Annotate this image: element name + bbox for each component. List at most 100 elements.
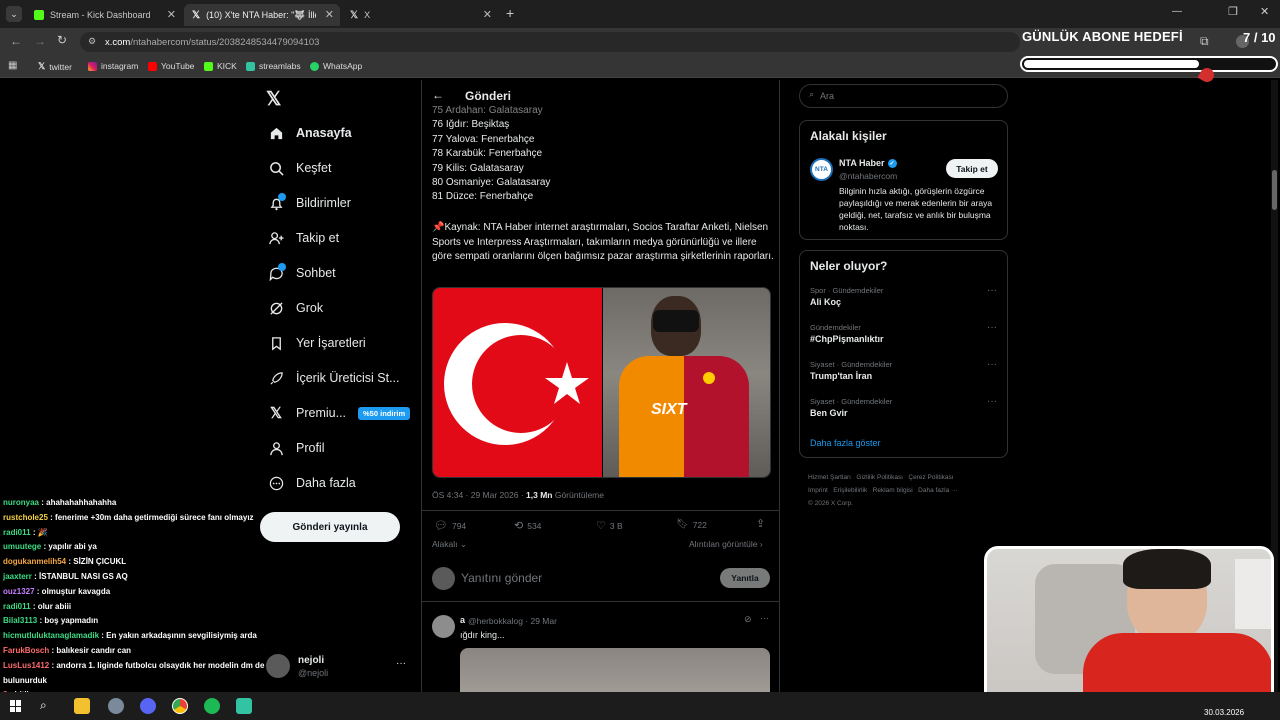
post-timestamp[interactable]: ÖS 4:34 · 29 Mar 2026 · bbox=[432, 490, 526, 500]
chat-username[interactable]: radi011 bbox=[3, 602, 33, 611]
trends-panel: Neler oluyor? Spor · Gündemdekiler Ali K… bbox=[799, 250, 1008, 458]
more-dots-icon[interactable]: ··· bbox=[987, 285, 997, 296]
nav-notifications[interactable]: Bildirimler bbox=[268, 191, 351, 215]
extensions-icon[interactable]: ⧉ bbox=[1200, 34, 1209, 49]
trend-item[interactable]: Siyaset · Gündemdekiler Trump'tan İran bbox=[810, 360, 892, 381]
chat-username[interactable]: LusLus1412 bbox=[3, 661, 51, 670]
close-tab-icon[interactable]: ✕ bbox=[483, 8, 492, 21]
reply-button[interactable]: 💬︎ 794 bbox=[434, 519, 466, 532]
more-dots-icon[interactable]: ··· bbox=[987, 396, 997, 407]
bookmark-streamlabs[interactable]: streamlabs bbox=[246, 61, 301, 71]
streaming-app-icon[interactable] bbox=[236, 698, 252, 714]
chat-username[interactable]: hicmutluluktanaglamadik bbox=[3, 631, 101, 640]
chat-username[interactable]: Bilal3113 bbox=[3, 616, 39, 625]
nav-label: Sohbet bbox=[296, 266, 336, 280]
spotify-icon[interactable] bbox=[204, 698, 220, 714]
nav-grok[interactable]: Grok bbox=[268, 296, 323, 320]
trend-item[interactable]: Gündemdekiler #ChpPişmanlıktır bbox=[810, 323, 884, 344]
more-circle-icon bbox=[268, 475, 284, 491]
x-home-logo[interactable]: 𝕏 bbox=[266, 88, 281, 111]
repost-icon: ⟲ bbox=[514, 520, 524, 532]
chat-username[interactable]: nuronyaa bbox=[3, 498, 41, 507]
nav-more[interactable]: Daha fazla bbox=[268, 471, 356, 495]
forward-icon[interactable]: → bbox=[34, 34, 46, 48]
chat-username[interactable]: FarukBosch bbox=[3, 646, 51, 655]
apps-icon[interactable]: ▦ bbox=[8, 60, 17, 71]
bookmark-whatsapp[interactable]: WhatsApp bbox=[310, 61, 362, 71]
list-item: 80 Osmaniye: Galatasaray bbox=[432, 177, 551, 189]
chat-username[interactable]: ouz1327 bbox=[3, 587, 37, 596]
follow-button[interactable]: Takip et bbox=[946, 159, 998, 178]
person-name[interactable]: NTA Haber ✓ bbox=[839, 158, 897, 168]
bookmark-button[interactable]: 🔖︎ 722 bbox=[676, 519, 707, 530]
view-quotes-link[interactable]: Alıntılan görüntüle › bbox=[689, 539, 763, 549]
new-tab-button[interactable]: + bbox=[506, 5, 514, 21]
nav-explore[interactable]: Keşfet bbox=[268, 156, 331, 180]
whatsapp-icon bbox=[310, 61, 319, 71]
post-image[interactable]: SIXT bbox=[432, 287, 771, 478]
more-dots-icon[interactable]: ··· bbox=[987, 322, 997, 333]
file-explorer-icon[interactable] bbox=[74, 698, 90, 714]
tab-nta-haber[interactable]: 𝕏 (10) X'te NTA Haber: "🐺 İllere ✕ bbox=[184, 4, 340, 26]
account-switcher[interactable]: nejoli @nejoli ··· bbox=[266, 654, 416, 682]
back-arrow-icon[interactable]: ← bbox=[432, 88, 444, 102]
chat-username[interactable]: radi011 bbox=[3, 528, 33, 537]
kick-icon bbox=[34, 10, 44, 20]
nav-profile[interactable]: Profil bbox=[268, 436, 324, 460]
grok-icon[interactable]: ⊘ bbox=[744, 614, 752, 625]
show-more-link[interactable]: Daha fazla göster bbox=[810, 438, 881, 448]
tab-search-button[interactable]: ⌄ bbox=[6, 6, 22, 22]
discord-icon[interactable] bbox=[140, 698, 156, 714]
nav-home[interactable]: Anasayfa bbox=[268, 121, 352, 145]
like-button[interactable]: ♡ 3 B bbox=[596, 519, 623, 532]
reload-icon[interactable]: ↻ bbox=[57, 33, 67, 47]
taskbar-search-icon[interactable]: ⌕ bbox=[40, 698, 47, 713]
tab-kick-dashboard[interactable]: Stream - Kick Dashboard ✕ bbox=[26, 4, 182, 26]
bookmark-twitter[interactable]: 𝕏 twitter bbox=[38, 61, 72, 72]
chat-username[interactable]: rustchole25 bbox=[3, 513, 50, 522]
more-dots-icon[interactable]: ··· bbox=[396, 658, 406, 669]
repost-button[interactable]: ⟲ 534 bbox=[514, 519, 541, 532]
tab-x[interactable]: 𝕏 X ✕ bbox=[342, 4, 498, 26]
footer-links[interactable]: Imprint Erişilebilirlik Reklam bilgisi D… bbox=[808, 484, 1008, 497]
restore-window-icon[interactable]: ❐ bbox=[1228, 5, 1238, 18]
related-dropdown[interactable]: Alakalı ⌄ bbox=[432, 539, 467, 550]
footer-links[interactable]: Hizmet Şartları Gizlilik Politikası Çere… bbox=[808, 471, 1008, 484]
webcam-shelf bbox=[1235, 559, 1271, 629]
close-tab-icon[interactable]: ✕ bbox=[167, 8, 176, 21]
trend-item[interactable]: Siyaset · Gündemdekiler Ben Gvir bbox=[810, 397, 892, 418]
reply-submit-button[interactable]: Yanıtla bbox=[720, 568, 770, 588]
share-icon[interactable]: ⇪ bbox=[756, 517, 765, 530]
chat-username[interactable]: umuutege bbox=[3, 542, 43, 551]
back-icon[interactable]: ← bbox=[10, 34, 22, 48]
list-item: 81 Düzce: Fenerbahçe bbox=[432, 191, 534, 203]
nav-bookmarks[interactable]: Yer İşaretleri bbox=[268, 331, 366, 355]
bookmark-kick[interactable]: KICK bbox=[204, 61, 237, 71]
bookmark-youtube[interactable]: YouTube bbox=[148, 61, 194, 71]
chrome-icon[interactable] bbox=[172, 698, 188, 714]
chat-username[interactable]: dogukanmelih54 bbox=[3, 557, 68, 566]
trend-item[interactable]: Spor · Gündemdekiler Ali Koç bbox=[810, 286, 883, 307]
reply-post[interactable]: a @herbokkalog · 29 Mar ⊘ ··· ığdır king… bbox=[422, 608, 779, 692]
close-window-icon[interactable]: ✕ bbox=[1260, 5, 1269, 18]
nav-follow[interactable]: Takip et bbox=[268, 226, 339, 250]
search-input[interactable]: ⌕ Ara bbox=[799, 84, 1008, 108]
chat-username[interactable]: jaaxterr bbox=[3, 572, 34, 581]
bookmark-instagram[interactable]: instagram bbox=[88, 61, 138, 71]
nav-chat[interactable]: Sohbet bbox=[268, 261, 336, 285]
site-info-icon[interactable]: ⚙ bbox=[88, 36, 96, 47]
minimize-window-icon[interactable]: — bbox=[1172, 6, 1182, 17]
windows-start-icon[interactable] bbox=[10, 700, 22, 712]
reply-input[interactable]: Yanıtını gönder bbox=[461, 571, 701, 585]
url-field[interactable]: ⚙ x.com /ntahabercom/status/203824853447… bbox=[80, 32, 1020, 52]
more-dots-icon[interactable]: ··· bbox=[987, 359, 997, 370]
close-tab-icon[interactable]: ✕ bbox=[325, 8, 334, 21]
more-dots-icon[interactable]: ··· bbox=[760, 613, 769, 623]
nav-premium[interactable]: 𝕏 Premiu... %50 indirim bbox=[268, 401, 411, 425]
post-button[interactable]: Gönderi yayınla bbox=[260, 512, 400, 542]
scrollbar-thumb[interactable] bbox=[1272, 170, 1277, 210]
post-header-title: Gönderi bbox=[465, 89, 512, 103]
chat-text: : ahahahahhahahha bbox=[41, 498, 117, 507]
app-icon[interactable] bbox=[108, 698, 124, 714]
nav-creator-studio[interactable]: İçerik Üreticisi St... bbox=[268, 366, 400, 390]
